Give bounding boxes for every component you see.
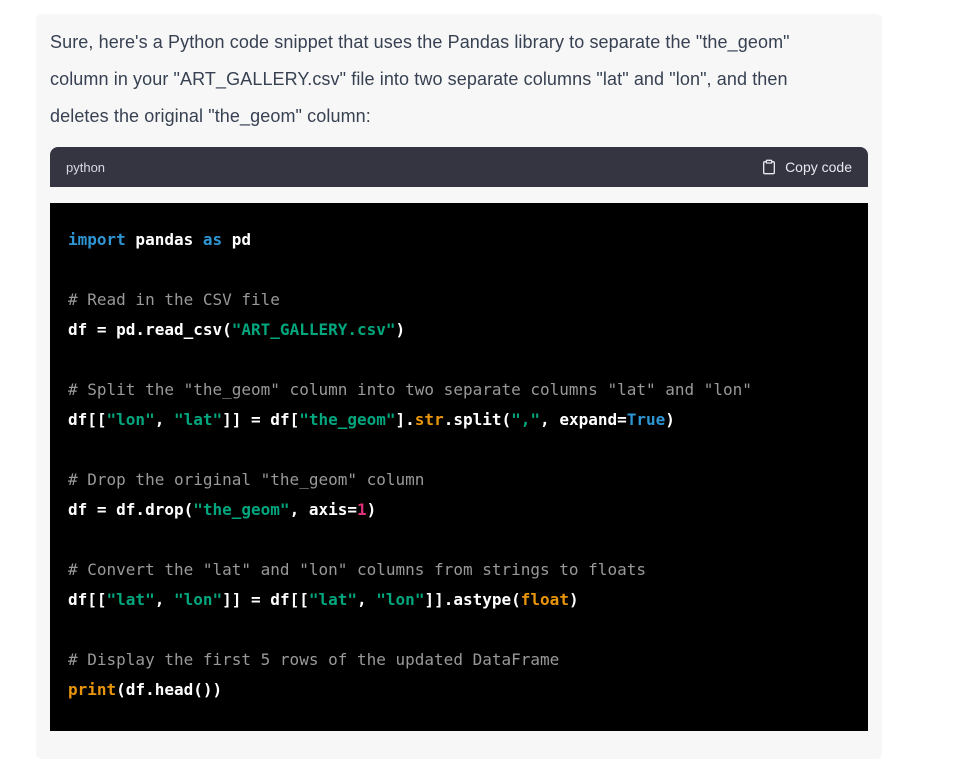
intro-text: Sure, here's a Python code snippet that … xyxy=(50,32,790,126)
code-line: # Display the first 5 rows of the update… xyxy=(68,650,560,669)
code-line: df = pd.read_csv("ART_GALLERY.csv") xyxy=(68,320,406,339)
code-block-header: python Copy code xyxy=(50,147,868,187)
code-line: # Read in the CSV file xyxy=(68,290,280,309)
clipboard-icon xyxy=(761,159,777,175)
assistant-message-panel: Sure, here's a Python code snippet that … xyxy=(36,14,882,759)
code-line: # Drop the original "the_geom" column xyxy=(68,470,425,489)
code-block: python Copy code import pandas as pd # R… xyxy=(50,147,868,747)
code-line: print(df.head()) xyxy=(68,680,223,699)
copy-code-label: Copy code xyxy=(785,159,852,175)
code-line: df[["lon", "lat"]] = df["the_geom"].str.… xyxy=(68,410,675,429)
code-line: df[["lat", "lon"]] = df[["lat", "lon"]].… xyxy=(68,590,579,609)
code-language-label: python xyxy=(66,159,106,175)
code-line: # Split the "the_geom" column into two s… xyxy=(68,380,752,399)
code-line: # Convert the "lat" and "lon" columns fr… xyxy=(68,560,646,579)
code-content[interactable]: import pandas as pd # Read in the CSV fi… xyxy=(50,203,868,731)
copy-code-button[interactable]: Copy code xyxy=(761,159,852,175)
code-line: df = df.drop("the_geom", axis=1) xyxy=(68,500,377,519)
code-line: import pandas as pd xyxy=(68,230,252,249)
